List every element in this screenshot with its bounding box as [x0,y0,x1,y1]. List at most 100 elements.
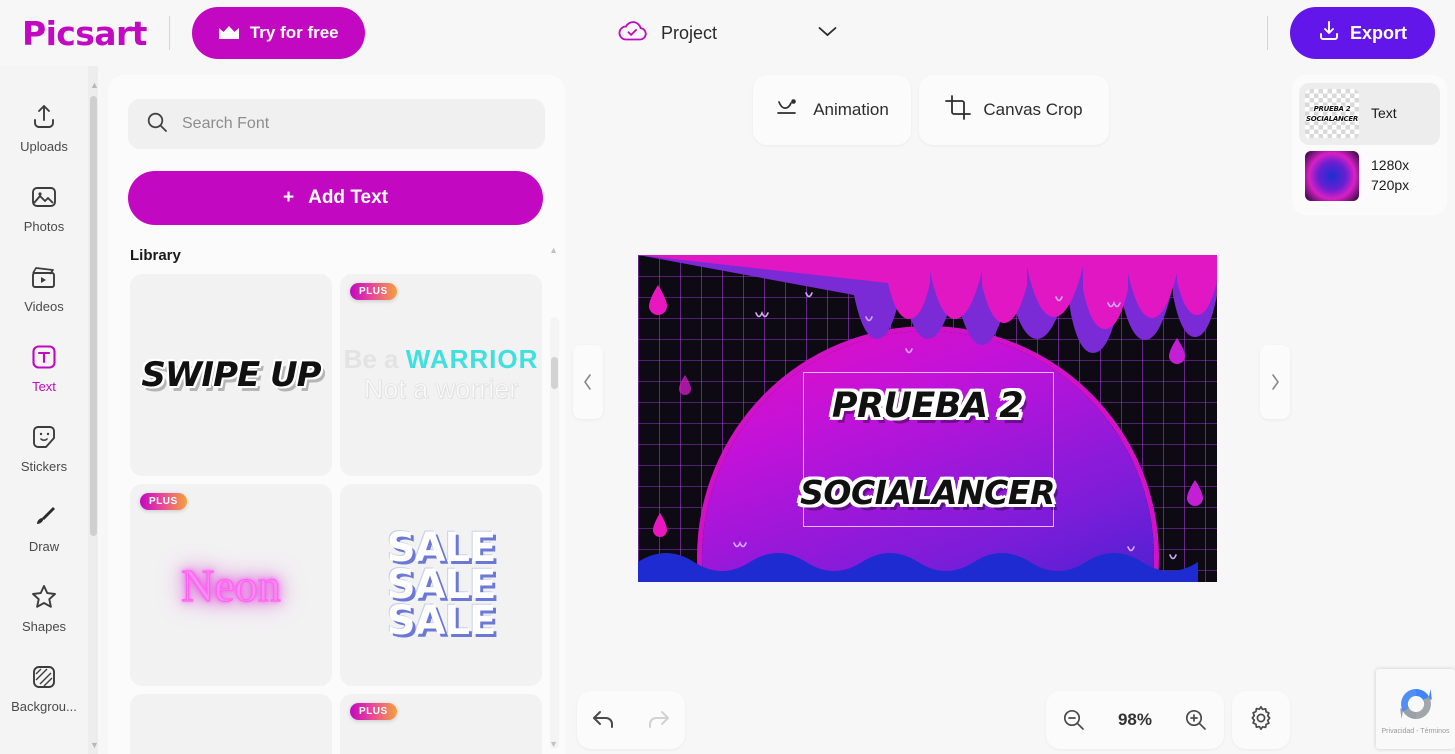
recaptcha-icon [1399,689,1432,719]
export-button[interactable]: Export [1289,7,1435,59]
sidebar-label-draw: Draw [28,539,60,554]
plus-badge: PLUS [350,283,397,300]
layers-panel: PRUEBA 2 SOCIALANCER Text 1280x 720px [1292,75,1447,215]
rail-scroll-down-icon[interactable]: ▼ [90,740,99,750]
zoom-out-icon[interactable] [1062,708,1086,732]
layer-row[interactable]: PRUEBA 2 SOCIALANCER Text [1299,83,1440,145]
chevron-down-icon[interactable] [816,24,838,43]
search-icon [146,111,168,138]
background-layer-label: 1280x 720px [1371,156,1409,195]
crown-icon [218,25,240,41]
project-name: Project [660,22,718,43]
rail-scrollbar-thumb[interactable] [89,96,97,536]
rail-scroll-up-icon[interactable]: ▲ [90,80,99,90]
artboard[interactable]: PRUEBA 2 SOCIALANCER [638,255,1217,582]
font-card-swipe-up-preview: SWIPE UP [141,355,321,395]
zoom-level[interactable]: 98% [1118,710,1152,730]
sale-line-3: SALE [386,598,497,645]
photo-icon [29,182,59,212]
warrior-line2: Not a worrier [363,374,519,405]
animation-label: Animation [813,100,889,119]
background-layer-size-line2: 720px [1371,177,1410,193]
try-for-free-button[interactable]: Try for free [191,7,365,59]
plus-icon: + [283,187,295,208]
text-layer-thumb-line2: SOCIALANCER [1306,115,1358,123]
sidebar-item-videos[interactable]: Videos [0,248,88,328]
font-card-warrior[interactable]: PLUS Be a WARRIOR Not a worrier [340,274,542,476]
font-card-neon-preview: Neon [181,559,282,611]
export-label: Export [1349,22,1407,43]
redo-icon[interactable] [645,709,671,731]
warrior-line1-accent: WARRIOR [405,344,539,375]
warrior-line1-prefix: Be a [343,344,406,375]
font-card-warrior-preview: Be a WARRIOR Not a worrier [343,344,539,405]
history-toolbar [577,691,685,749]
sidebar-item-partial[interactable] [0,728,88,754]
panel-scroll-down-icon[interactable]: ▼ [549,739,558,749]
plus-badge: PLUS [140,493,187,510]
sidebar-item-background[interactable]: Backgrou... [0,648,88,728]
font-card-neon[interactable]: PLUS Neon [130,484,332,686]
font-library-grid: SWIPE UP PLUS Be a WARRIOR Not a worrier… [130,274,550,754]
star-icon [29,582,59,612]
font-card-placeholder-right[interactable]: PLUS [340,694,542,754]
search-font-input[interactable] [182,115,527,133]
background-icon [29,662,59,692]
settings-button[interactable] [1232,691,1290,749]
library-heading: Library [130,247,181,264]
gear-icon [1248,705,1274,736]
font-card-sale[interactable]: SALE SALE SALE [340,484,542,686]
add-text-label: Add Text [308,187,388,208]
sidebar-label-text: Text [32,379,56,394]
video-icon [29,262,59,292]
text-layer-label: Text [1371,105,1397,122]
header-divider-left [168,16,170,50]
undo-icon[interactable] [591,709,617,731]
canvas-text-line-2[interactable]: SOCIALANCER [638,473,1217,512]
sidebar-label-background: Backgrou... [11,699,77,714]
sticker-icon [29,422,59,452]
font-card-placeholder-left[interactable] [130,694,332,754]
sidebar-item-draw[interactable]: Draw [0,488,88,568]
text-panel: + Add Text Library SWIPE UP PLUS Be a WA… [108,75,565,754]
left-tool-rail: Uploads Photos Videos Text Stickers Draw… [0,66,88,754]
font-card-sale-preview: SALE SALE SALE [386,528,497,645]
plus-badge: PLUS [350,703,397,720]
recaptcha-badge[interactable]: Privacidad - Términos [1376,669,1455,749]
search-font-box[interactable] [128,99,545,149]
download-icon [1318,20,1340,47]
project-selector[interactable]: Project [617,18,838,49]
sidebar-label-stickers: Stickers [20,459,68,474]
panel-scrollbar-thumb[interactable] [551,357,558,389]
sidebar-item-shapes[interactable]: Shapes [0,568,88,648]
text-icon [29,342,59,372]
brush-icon [29,502,59,532]
font-card-swipe-up[interactable]: SWIPE UP [130,274,332,476]
recaptcha-text: Privacidad - Términos [1381,728,1450,735]
background-layer-size-line1: 1280x [1371,157,1410,174]
layer-row[interactable]: 1280x 720px [1299,145,1440,207]
panel-scroll-up-icon[interactable]: ▲ [549,245,558,255]
canvas-crop-button[interactable]: Canvas Crop [919,75,1109,145]
sidebar-item-photos[interactable]: Photos [0,168,88,248]
sidebar-label-photos: Photos [23,219,65,234]
sidebar-label-uploads: Uploads [20,139,68,154]
collapse-left-handle[interactable] [573,345,603,419]
upload-icon [29,102,59,132]
picsart-logo: Picsart [22,13,147,53]
zoom-toolbar: 98% [1046,691,1224,749]
sidebar-label-shapes: Shapes [21,619,67,634]
header-divider-right [1266,16,1268,50]
animation-button[interactable]: Animation [753,75,911,145]
sidebar-label-videos: Videos [24,299,64,314]
add-text-button[interactable]: + Add Text [128,171,543,225]
canvas-area: Animation Canvas Crop PRUEBA 2 SOCIALANC… [565,66,1290,754]
sidebar-item-stickers[interactable]: Stickers [0,408,88,488]
sidebar-item-text[interactable]: Text [0,328,88,408]
background-layer-thumbnail [1305,151,1359,201]
sidebar-item-uploads[interactable]: Uploads [0,88,88,168]
zoom-in-icon[interactable] [1184,708,1208,732]
canvas-text-line-1[interactable]: PRUEBA 2 [638,386,1217,426]
try-for-free-label: Try for free [249,23,339,42]
collapse-right-handle[interactable] [1260,345,1290,419]
